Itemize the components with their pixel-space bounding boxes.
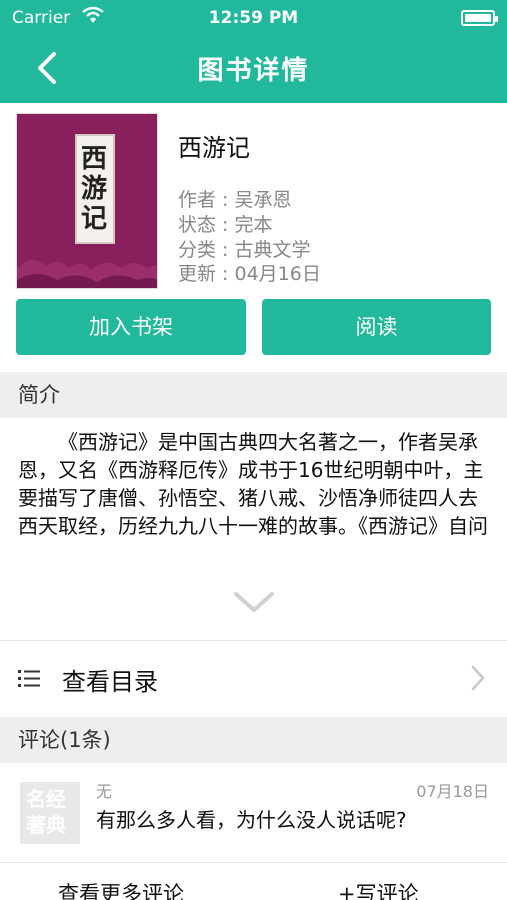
write-comment-button[interactable]: +写评论 xyxy=(338,878,419,900)
cover-title: 西游记 xyxy=(81,144,108,234)
status-bar: Carrier 12:59 PM xyxy=(0,0,507,36)
divider xyxy=(0,640,507,641)
nav-header: Carrier 12:59 PM 图书详情 xyxy=(0,0,507,103)
battery-level xyxy=(465,14,491,22)
page-title: 图书详情 xyxy=(197,56,310,86)
comments-section-header: 评论(1条) xyxy=(0,717,507,763)
book-updated: 更新 : 04月16日 xyxy=(178,263,321,285)
battery-icon xyxy=(461,10,498,26)
book-status: 状态 : 完本 xyxy=(178,214,273,236)
comment-user: 无 xyxy=(96,782,113,801)
view-more-comments-button[interactable]: 查看更多评论 xyxy=(58,878,184,900)
book-author: 作者 : 吴承恩 xyxy=(178,189,292,211)
avatar-logo: 名经著典 xyxy=(26,787,66,837)
chevron-right-icon xyxy=(471,665,485,691)
comment-date: 07月18日 xyxy=(416,782,489,801)
cover-title-card: 西游记 xyxy=(75,134,115,244)
add-to-shelf-button[interactable]: 加入书架 xyxy=(16,299,246,355)
book-category: 分类 : 古典文学 xyxy=(178,239,311,261)
list-icon xyxy=(18,670,40,687)
expand-chevron-icon[interactable] xyxy=(232,590,276,616)
avatar: 名经著典 xyxy=(20,782,80,844)
book-title: 西游记 xyxy=(178,134,250,162)
view-catalog-row[interactable]: 查看目录 xyxy=(0,652,507,706)
read-button[interactable]: 阅读 xyxy=(262,299,491,355)
intro-text: 《西游记》是中国古典四大名著之一，作者吴承恩，又名《西游释厄传》成书于16世纪明… xyxy=(18,430,488,538)
intro-section-header: 简介 xyxy=(0,372,507,418)
divider xyxy=(0,862,507,863)
status-time: 12:59 PM xyxy=(208,8,299,28)
cloud-pattern-icon xyxy=(17,260,157,288)
book-cover: 西游记 xyxy=(16,113,158,289)
view-catalog-label: 查看目录 xyxy=(62,668,158,696)
comment-text: 有那么多人看，为什么没人说话呢? xyxy=(96,808,407,832)
